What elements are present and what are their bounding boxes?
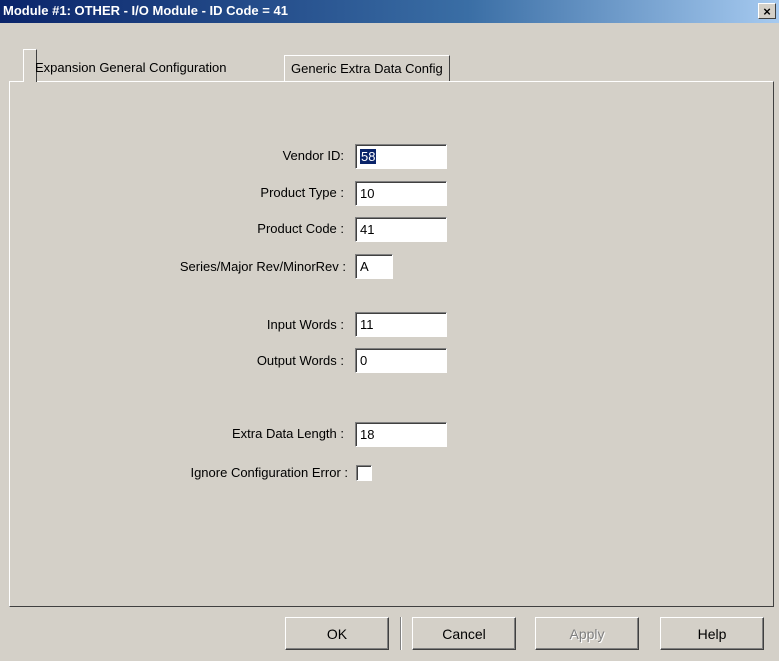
ok-label: OK [326, 625, 348, 642]
tab-expansion-general-configuration[interactable]: Expansion General Configuration [23, 49, 227, 82]
output-words-label: Output Words : [256, 353, 344, 368]
tab-generic-extra-data-config[interactable]: Generic Extra Data Config [284, 55, 450, 82]
extra-data-length-label: Extra Data Length : [231, 426, 344, 441]
close-icon: × [763, 3, 771, 19]
product-type-label: Product Type : [260, 185, 344, 200]
tab-label: Expansion General Configuration [35, 60, 227, 75]
series-field[interactable]: A [355, 254, 393, 279]
vendor-id-label: Vendor ID: [282, 148, 344, 163]
help-label: Help [697, 625, 727, 642]
output-words-field[interactable]: 0 [355, 348, 447, 373]
close-button[interactable]: × [758, 3, 776, 19]
help-button[interactable]: Help [660, 617, 764, 650]
extra-data-length-field[interactable]: 18 [355, 422, 447, 447]
ignore-config-error-label: Ignore Configuration Error : [190, 465, 348, 480]
ok-button[interactable]: OK [285, 617, 389, 650]
ignore-config-error-checkbox[interactable] [356, 465, 372, 481]
product-code-label: Product Code : [257, 221, 344, 236]
apply-button[interactable]: Apply [535, 617, 639, 650]
product-code-field[interactable]: 41 [355, 217, 447, 242]
title-bar[interactable]: Module #1: OTHER - I/O Module - ID Code … [0, 0, 779, 23]
apply-label: Apply [569, 625, 605, 642]
cancel-button[interactable]: Cancel [412, 617, 516, 650]
input-words-label: Input Words : [266, 317, 344, 332]
tab-label: Generic Extra Data Config [291, 61, 443, 76]
series-label: Series/Major Rev/MinorRev : [179, 259, 346, 274]
product-type-field[interactable]: 10 [355, 181, 447, 206]
button-separator [400, 617, 402, 650]
vendor-id-value: 58 [360, 149, 377, 164]
window-title: Module #1: OTHER - I/O Module - ID Code … [3, 3, 288, 18]
cancel-label: Cancel [442, 625, 486, 642]
vendor-id-field[interactable]: 58 [355, 144, 447, 169]
input-words-field[interactable]: 11 [355, 312, 447, 337]
